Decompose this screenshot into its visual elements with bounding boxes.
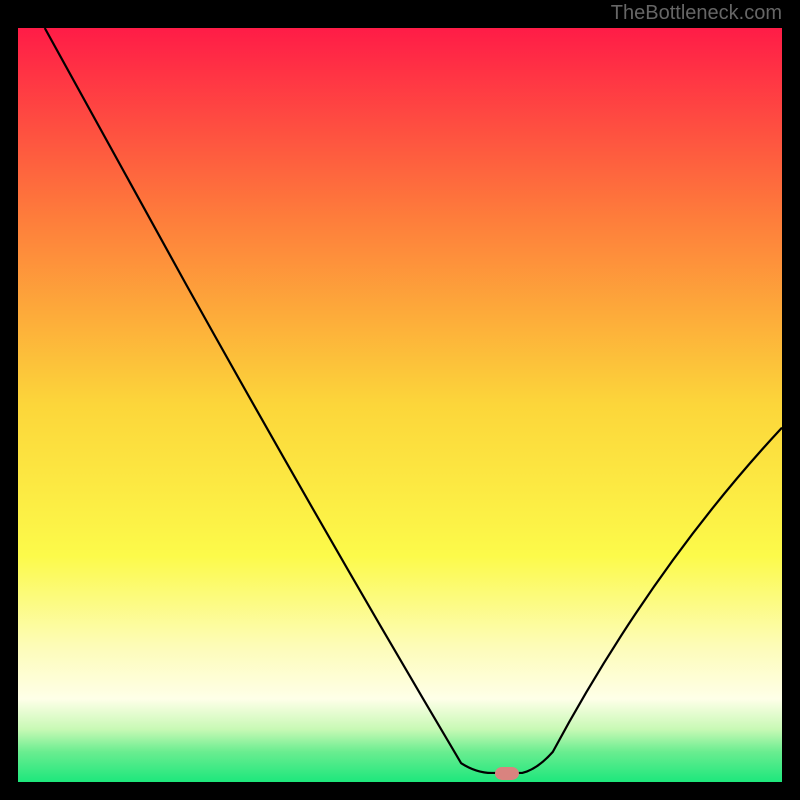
watermark-text: TheBottleneck.com: [611, 2, 782, 25]
bottleneck-marker: [495, 767, 519, 780]
chart-container: TheBottleneck.com: [0, 0, 800, 800]
plot-area: [18, 28, 782, 782]
gradient-background: [18, 28, 782, 782]
chart-svg: [18, 28, 782, 782]
